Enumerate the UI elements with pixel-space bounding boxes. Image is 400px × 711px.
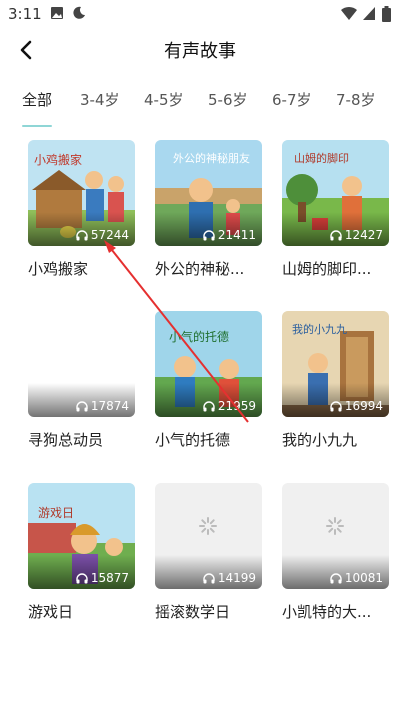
story-cover[interactable]: 小鸡搬家 57244: [28, 140, 135, 246]
play-count: 21411: [203, 228, 256, 242]
headphones-icon: [203, 572, 215, 583]
cover-title-text: 外公的神秘朋友: [173, 151, 250, 165]
age-tabs: 全部 3-4岁 4-5岁 5-6岁 6-7岁 7-8岁: [0, 86, 400, 128]
play-count-value: 16994: [344, 399, 383, 413]
do-not-disturb-moon-icon: [73, 6, 85, 19]
cover-title-text: 游戏日: [38, 506, 74, 520]
app-bar: 有声故事: [0, 28, 400, 72]
story-title[interactable]: 我的小九九: [282, 429, 357, 450]
story-cover-placeholder[interactable]: 17874: [28, 311, 135, 417]
cover-title-text: 山姆的脚印: [294, 151, 349, 165]
status-bar: 3:11: [0, 0, 400, 28]
play-count: 16994: [330, 399, 383, 413]
story-title[interactable]: 小鸡搬家: [28, 258, 88, 279]
play-count: 12427: [330, 228, 383, 242]
play-count-value: 14199: [217, 571, 256, 585]
play-count: 14199: [203, 571, 256, 585]
story-cover[interactable]: 小气的托德 21959: [155, 311, 262, 417]
play-count: 21959: [203, 399, 256, 413]
story-title[interactable]: 游戏日: [28, 601, 73, 622]
headphones-icon: [330, 400, 342, 411]
cell-signal-icon: [363, 7, 375, 20]
story-title[interactable]: 外公的神秘...: [155, 258, 244, 279]
headphones-icon: [203, 229, 215, 240]
story-title[interactable]: 小凯特的大...: [282, 601, 371, 622]
headphones-icon: [330, 572, 342, 583]
headphones-icon: [76, 572, 88, 583]
story-cover[interactable]: 外公的神秘朋友 21411: [155, 140, 262, 246]
tab-3-4[interactable]: 3-4岁: [80, 89, 120, 110]
tab-all[interactable]: 全部: [22, 89, 52, 110]
battery-icon: [382, 6, 391, 22]
story-cover-placeholder[interactable]: 10081: [282, 483, 389, 589]
gallery-icon: [51, 7, 63, 19]
cover-title-text: 小气的托德: [169, 329, 229, 344]
cover-title-text: 我的小九九: [292, 322, 347, 336]
play-count: 15877: [76, 571, 129, 585]
play-count: 57244: [76, 228, 129, 242]
play-count-value: 21959: [217, 399, 256, 413]
headphones-icon: [330, 229, 342, 240]
play-count-value: 21411: [217, 228, 256, 242]
story-cover[interactable]: 山姆的脚印 12427: [282, 140, 389, 246]
story-title[interactable]: 小气的托德: [155, 429, 230, 450]
status-time: 3:11: [8, 5, 42, 23]
play-count-value: 15877: [90, 571, 129, 585]
active-tab-indicator: [22, 125, 52, 127]
story-cover-placeholder[interactable]: 14199: [155, 483, 262, 589]
play-count: 10081: [330, 571, 383, 585]
loading-spinner-icon: [326, 517, 344, 535]
tab-5-6[interactable]: 5-6岁: [208, 89, 248, 110]
headphones-icon: [203, 400, 215, 411]
play-count-value: 57244: [90, 228, 129, 242]
story-cover[interactable]: 游戏日 15877: [28, 483, 135, 589]
story-title[interactable]: 寻狗总动员: [28, 429, 103, 450]
tab-4-5[interactable]: 4-5岁: [144, 89, 184, 110]
headphones-icon: [76, 400, 88, 411]
play-count-value: 10081: [344, 571, 383, 585]
page-title: 有声故事: [164, 41, 236, 62]
tab-7-8[interactable]: 7-8岁: [336, 89, 376, 110]
play-count: 17874: [76, 399, 129, 413]
tab-6-7[interactable]: 6-7岁: [272, 89, 312, 110]
play-count-value: 17874: [90, 399, 129, 413]
cover-title-text: 小鸡搬家: [34, 152, 82, 167]
story-title[interactable]: 山姆的脚印...: [282, 258, 371, 279]
story-cover[interactable]: 我的小九九 16994: [282, 311, 389, 417]
story-title[interactable]: 摇滚数学日: [155, 601, 230, 622]
play-count-value: 12427: [344, 228, 383, 242]
headphones-icon: [76, 229, 88, 240]
wifi-icon: [341, 6, 357, 20]
loading-spinner-icon: [199, 517, 217, 535]
